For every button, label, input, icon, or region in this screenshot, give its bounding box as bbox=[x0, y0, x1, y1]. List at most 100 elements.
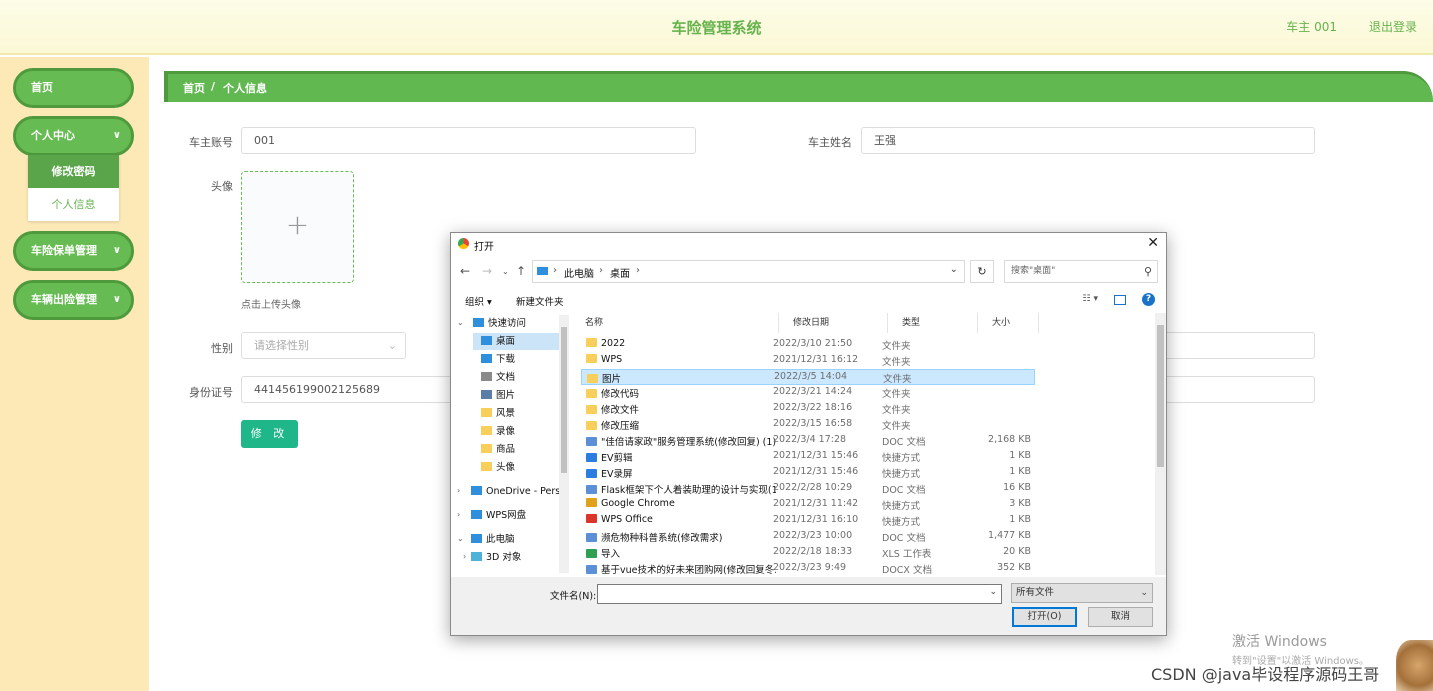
file-date: 2022/3/23 10:00 bbox=[773, 530, 853, 541]
menu-personal-center[interactable]: 个人中心 ∨ bbox=[13, 116, 134, 156]
recent-dropdown-icon[interactable]: ⌄ bbox=[502, 267, 509, 276]
file-size: 352 KB bbox=[997, 562, 1031, 573]
tree-item[interactable]: 此电脑 bbox=[471, 531, 559, 548]
file-row[interactable]: WPS 2021/12/31 16:12 文件夹 bbox=[581, 353, 1035, 369]
account-label: 车主账号 bbox=[189, 136, 233, 149]
submenu-personal-info[interactable]: 个人信息 bbox=[28, 188, 119, 221]
file-row[interactable]: 濒危物种科普系统(修改需求) 2022/3/23 10:00 DOC 文档 1,477… bbox=[581, 529, 1035, 545]
file-type: DOCX 文档 bbox=[882, 565, 932, 575]
expand-chevron-icon[interactable]: › bbox=[463, 552, 466, 561]
new-folder-button[interactable]: 新建文件夹 bbox=[516, 294, 564, 308]
tree-item[interactable]: 下载 bbox=[473, 351, 559, 368]
account-field[interactable]: 001 bbox=[241, 127, 696, 154]
menu-claims-mgmt[interactable]: 车辆出险管理 ∨ bbox=[13, 280, 134, 320]
tree-scroll-thumb[interactable] bbox=[561, 327, 567, 473]
tree-item[interactable]: 3D 对象 bbox=[471, 549, 559, 566]
file-row[interactable]: WPS Office 2021/12/31 16:10 快捷方式 1 KB bbox=[581, 513, 1035, 529]
right-field-1[interactable] bbox=[1160, 332, 1315, 359]
file-name: "佳倍请家政"服务管理系统(修改回复) (1) bbox=[601, 437, 776, 448]
menu-home[interactable]: 首页 bbox=[13, 68, 134, 108]
tree-item[interactable]: 快速访问 bbox=[473, 315, 559, 332]
tree-item[interactable]: 图片 bbox=[473, 387, 559, 404]
expand-chevron-icon[interactable]: › bbox=[457, 486, 460, 495]
gender-placeholder: 请选择性别 bbox=[254, 339, 309, 352]
file-row[interactable]: EV录屏 2021/12/31 15:46 快捷方式 1 KB bbox=[581, 465, 1035, 481]
tree-item[interactable]: 桌面 bbox=[473, 333, 559, 350]
right-field-2[interactable] bbox=[1160, 376, 1315, 403]
column-date[interactable]: 修改日期 bbox=[779, 313, 888, 333]
filename-input[interactable]: ⌄ bbox=[597, 584, 1002, 604]
dialog-footer: 文件名(N): ⌄ 所有文件 ⌄ 打开(O) 取消 bbox=[451, 577, 1166, 635]
tree-item[interactable]: OneDrive - Perso bbox=[471, 483, 559, 500]
tree-scrollbar[interactable] bbox=[559, 315, 569, 573]
chrome-icon bbox=[586, 498, 597, 507]
dialog-titlebar: 打开 ✕ bbox=[451, 233, 1166, 257]
file-row[interactable]: Flask框架下个人着装助理的设计与实现(1) 2022/2/28 10:29 DO… bbox=[581, 481, 1035, 497]
file-row[interactable]: 修改代码 2022/3/21 14:24 文件夹 bbox=[581, 385, 1035, 401]
address-bar[interactable]: › 此电脑 › 桌面 › ⌄ bbox=[532, 260, 965, 283]
file-row[interactable]: 修改文件 2022/3/22 18:16 文件夹 bbox=[581, 401, 1035, 417]
csdn-watermark: CSDN @java毕设程序源码王哥 bbox=[1151, 665, 1380, 684]
file-name: Google Chrome bbox=[601, 498, 675, 509]
submit-button[interactable]: 修 改 bbox=[241, 420, 298, 448]
expand-chevron-icon[interactable]: ⌄ bbox=[457, 318, 464, 327]
file-name-cell: 2022 bbox=[586, 338, 776, 349]
breadcrumb-home[interactable]: 首页 bbox=[183, 80, 205, 96]
path-segment-pc[interactable]: 此电脑 bbox=[564, 265, 594, 280]
forward-arrow-icon[interactable]: → bbox=[482, 264, 492, 278]
chevron-down-icon: ∨ bbox=[112, 130, 121, 141]
folder-icon bbox=[481, 426, 492, 435]
column-name[interactable]: 名称 bbox=[571, 313, 779, 333]
back-arrow-icon[interactable]: ← bbox=[460, 264, 470, 278]
file-row[interactable]: EV剪辑 2021/12/31 15:46 快捷方式 1 KB bbox=[581, 449, 1035, 465]
chevron-down-icon[interactable]: ⌄ bbox=[989, 587, 997, 597]
file-size: 1 KB bbox=[1009, 450, 1031, 461]
menu-policy-mgmt[interactable]: 车险保单管理 ∨ bbox=[13, 231, 134, 271]
tree-item[interactable]: 风景 bbox=[473, 405, 559, 422]
gender-select[interactable]: 请选择性别 ⌄ bbox=[241, 332, 406, 359]
name-label: 车主姓名 bbox=[808, 136, 852, 149]
open-button[interactable]: 打开(O) bbox=[1012, 607, 1077, 627]
view-options-icon[interactable]: ☷ ▾ bbox=[1083, 294, 1098, 304]
file-date: 2021/12/31 15:46 bbox=[773, 450, 859, 461]
path-segment-desktop[interactable]: 桌面 bbox=[610, 265, 630, 280]
name-field[interactable]: 王强 bbox=[861, 127, 1315, 154]
file-name-cell: WPS Office bbox=[586, 514, 776, 525]
file-type: 文件夹 bbox=[882, 389, 911, 400]
tree-item[interactable]: WPS网盘 bbox=[471, 507, 559, 524]
search-input[interactable]: 搜索"桌面" ⚲ bbox=[1004, 260, 1158, 283]
tree-item[interactable]: 商品 bbox=[473, 441, 559, 458]
list-scroll-thumb[interactable] bbox=[1157, 325, 1164, 467]
file-row[interactable]: 修改压缩 2022/3/15 16:58 文件夹 bbox=[581, 417, 1035, 433]
column-type[interactable]: 类型 bbox=[888, 313, 978, 333]
file-name: 修改压缩 bbox=[601, 421, 640, 432]
help-icon[interactable]: ? bbox=[1142, 293, 1155, 306]
tree-item[interactable]: 头像 bbox=[473, 459, 559, 476]
cancel-button[interactable]: 取消 bbox=[1088, 607, 1153, 627]
filetype-select[interactable]: 所有文件 ⌄ bbox=[1011, 583, 1153, 603]
file-row[interactable]: "佳倍请家政"服务管理系统(修改回复) (1) 2022/3/4 17:28 DOC… bbox=[581, 433, 1035, 449]
close-icon[interactable]: ✕ bbox=[1147, 235, 1159, 251]
tree-item-label: 文档 bbox=[496, 372, 516, 383]
file-row[interactable]: 2022 2022/3/10 21:50 文件夹 bbox=[581, 337, 1035, 353]
file-row[interactable]: 导入 2022/2/18 18:33 XLS 工作表 20 KB bbox=[581, 545, 1035, 561]
tree-item[interactable]: 文档 bbox=[473, 369, 559, 386]
expand-chevron-icon[interactable]: › bbox=[457, 510, 460, 519]
preview-pane-icon[interactable] bbox=[1114, 295, 1126, 305]
file-row[interactable]: Google Chrome 2021/12/31 11:42 快捷方式 3 KB bbox=[581, 497, 1035, 513]
up-arrow-icon[interactable]: ↑ bbox=[516, 264, 526, 278]
file-row[interactable]: 基于vue技术的好未来团购网(修改回复冬... 2022/3/23 9:49 DOC… bbox=[581, 561, 1035, 575]
chevron-down-icon[interactable]: ⌄ bbox=[950, 264, 958, 275]
file-date: 2022/3/15 16:58 bbox=[773, 418, 853, 429]
file-row[interactable]: 图片 2022/3/5 14:04 文件夹 bbox=[581, 369, 1035, 385]
list-scrollbar[interactable] bbox=[1155, 313, 1166, 575]
expand-chevron-icon[interactable]: ⌄ bbox=[457, 534, 464, 543]
submenu-change-password[interactable]: 修改密码 bbox=[28, 155, 119, 188]
logout-link[interactable]: 退出登录 bbox=[1369, 18, 1417, 35]
file-date: 2021/12/31 16:12 bbox=[773, 354, 859, 365]
organize-button[interactable]: 组织 ▾ bbox=[465, 294, 492, 308]
column-size[interactable]: 大小 bbox=[978, 313, 1039, 333]
refresh-icon[interactable]: ↻ bbox=[970, 260, 994, 283]
tree-item[interactable]: 录像 bbox=[473, 423, 559, 440]
avatar-upload[interactable]: + bbox=[241, 171, 354, 283]
